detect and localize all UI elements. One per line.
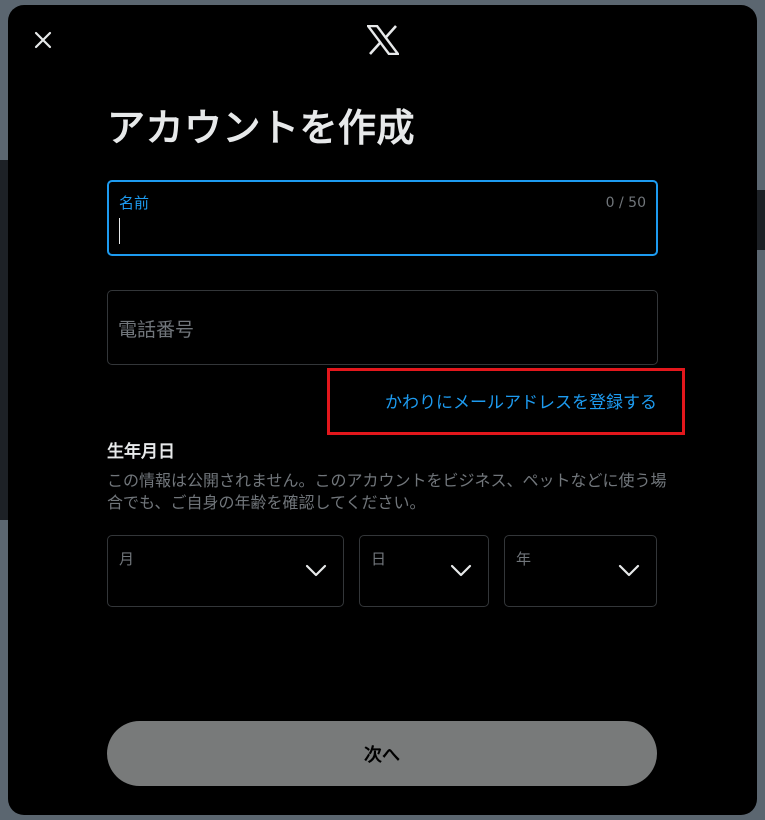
page-title: アカウントを作成 xyxy=(107,106,416,150)
x-logo xyxy=(366,23,400,57)
close-button[interactable] xyxy=(26,23,60,57)
year-select[interactable]: 年 xyxy=(504,535,657,607)
year-label: 年 xyxy=(516,550,532,568)
phone-placeholder: 電話番号 xyxy=(118,319,195,341)
month-label: 月 xyxy=(119,550,135,568)
phone-input[interactable]: 電話番号 xyxy=(107,290,658,365)
x-logo-icon xyxy=(367,25,399,55)
backdrop-panel-left xyxy=(0,160,8,520)
signup-modal: アカウントを作成 名前 0 / 50 電話番号 かわりにメールアドレスを登録する… xyxy=(8,5,757,815)
backdrop-panel-right xyxy=(757,190,765,250)
close-icon xyxy=(34,31,52,49)
chevron-down-icon xyxy=(305,564,327,577)
chevron-down-icon xyxy=(450,564,472,577)
name-label: 名前 xyxy=(119,194,150,212)
text-caret xyxy=(119,218,120,244)
highlight-annotation xyxy=(327,368,685,435)
birthdate-heading: 生年月日 xyxy=(107,442,175,462)
chevron-down-icon xyxy=(618,564,640,577)
day-select[interactable]: 日 xyxy=(359,535,489,607)
birthdate-description: この情報は公開されません。このアカウントをビジネス、ペットなどに使う場合でも、ご… xyxy=(107,471,667,512)
next-button[interactable]: 次へ xyxy=(107,721,657,786)
day-label: 日 xyxy=(371,550,387,568)
month-select[interactable]: 月 xyxy=(107,535,344,607)
name-input[interactable]: 名前 0 / 50 xyxy=(107,180,658,256)
name-counter: 0 / 50 xyxy=(605,195,646,211)
